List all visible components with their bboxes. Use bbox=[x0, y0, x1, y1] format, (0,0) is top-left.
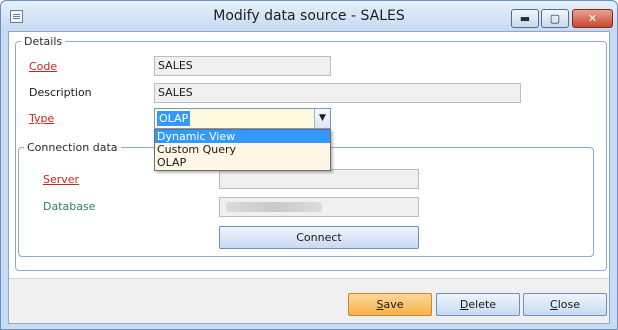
details-legend: Details bbox=[24, 35, 63, 48]
delete-button[interactable]: Delete bbox=[436, 293, 520, 316]
connection-legend: Connection data bbox=[27, 141, 118, 154]
close-window-button[interactable]: ✕ bbox=[572, 9, 613, 28]
type-selected-value: OLAP bbox=[157, 111, 191, 126]
description-label: Description bbox=[29, 86, 92, 99]
description-field[interactable]: SALES bbox=[154, 83, 521, 103]
database-label: Database bbox=[43, 200, 96, 213]
title-bar[interactable]: Modify data source - SALES ▬ ▢ ✕ bbox=[1, 1, 617, 31]
code-label: Code bbox=[29, 60, 58, 73]
chevron-down-icon[interactable]: ▼ bbox=[314, 109, 330, 128]
database-field[interactable] bbox=[219, 197, 419, 217]
type-option-custom-query[interactable]: Custom Query bbox=[155, 143, 330, 156]
save-button[interactable]: Save bbox=[348, 293, 432, 316]
type-dropdown-list: Dynamic View Custom Query OLAP bbox=[154, 129, 331, 171]
type-option-olap[interactable]: OLAP bbox=[155, 156, 330, 169]
redacted-value bbox=[226, 202, 322, 212]
maximize-button[interactable]: ▢ bbox=[541, 9, 569, 28]
minimize-button[interactable]: ▬ bbox=[511, 9, 539, 28]
server-label: Server bbox=[43, 173, 80, 186]
type-label: Type bbox=[29, 112, 55, 125]
type-option-dynamic-view[interactable]: Dynamic View bbox=[155, 130, 330, 143]
modify-data-source-window: Modify data source - SALES ▬ ▢ ✕ Details… bbox=[0, 0, 618, 330]
code-field[interactable]: SALES bbox=[154, 56, 331, 76]
type-select[interactable]: OLAP ▼ bbox=[154, 108, 331, 129]
dialog-body: Details Code SALES Description SALES Typ… bbox=[8, 31, 610, 324]
connect-button[interactable]: Connect bbox=[219, 226, 419, 249]
close-button[interactable]: Close bbox=[523, 293, 607, 316]
server-field[interactable] bbox=[219, 169, 419, 189]
